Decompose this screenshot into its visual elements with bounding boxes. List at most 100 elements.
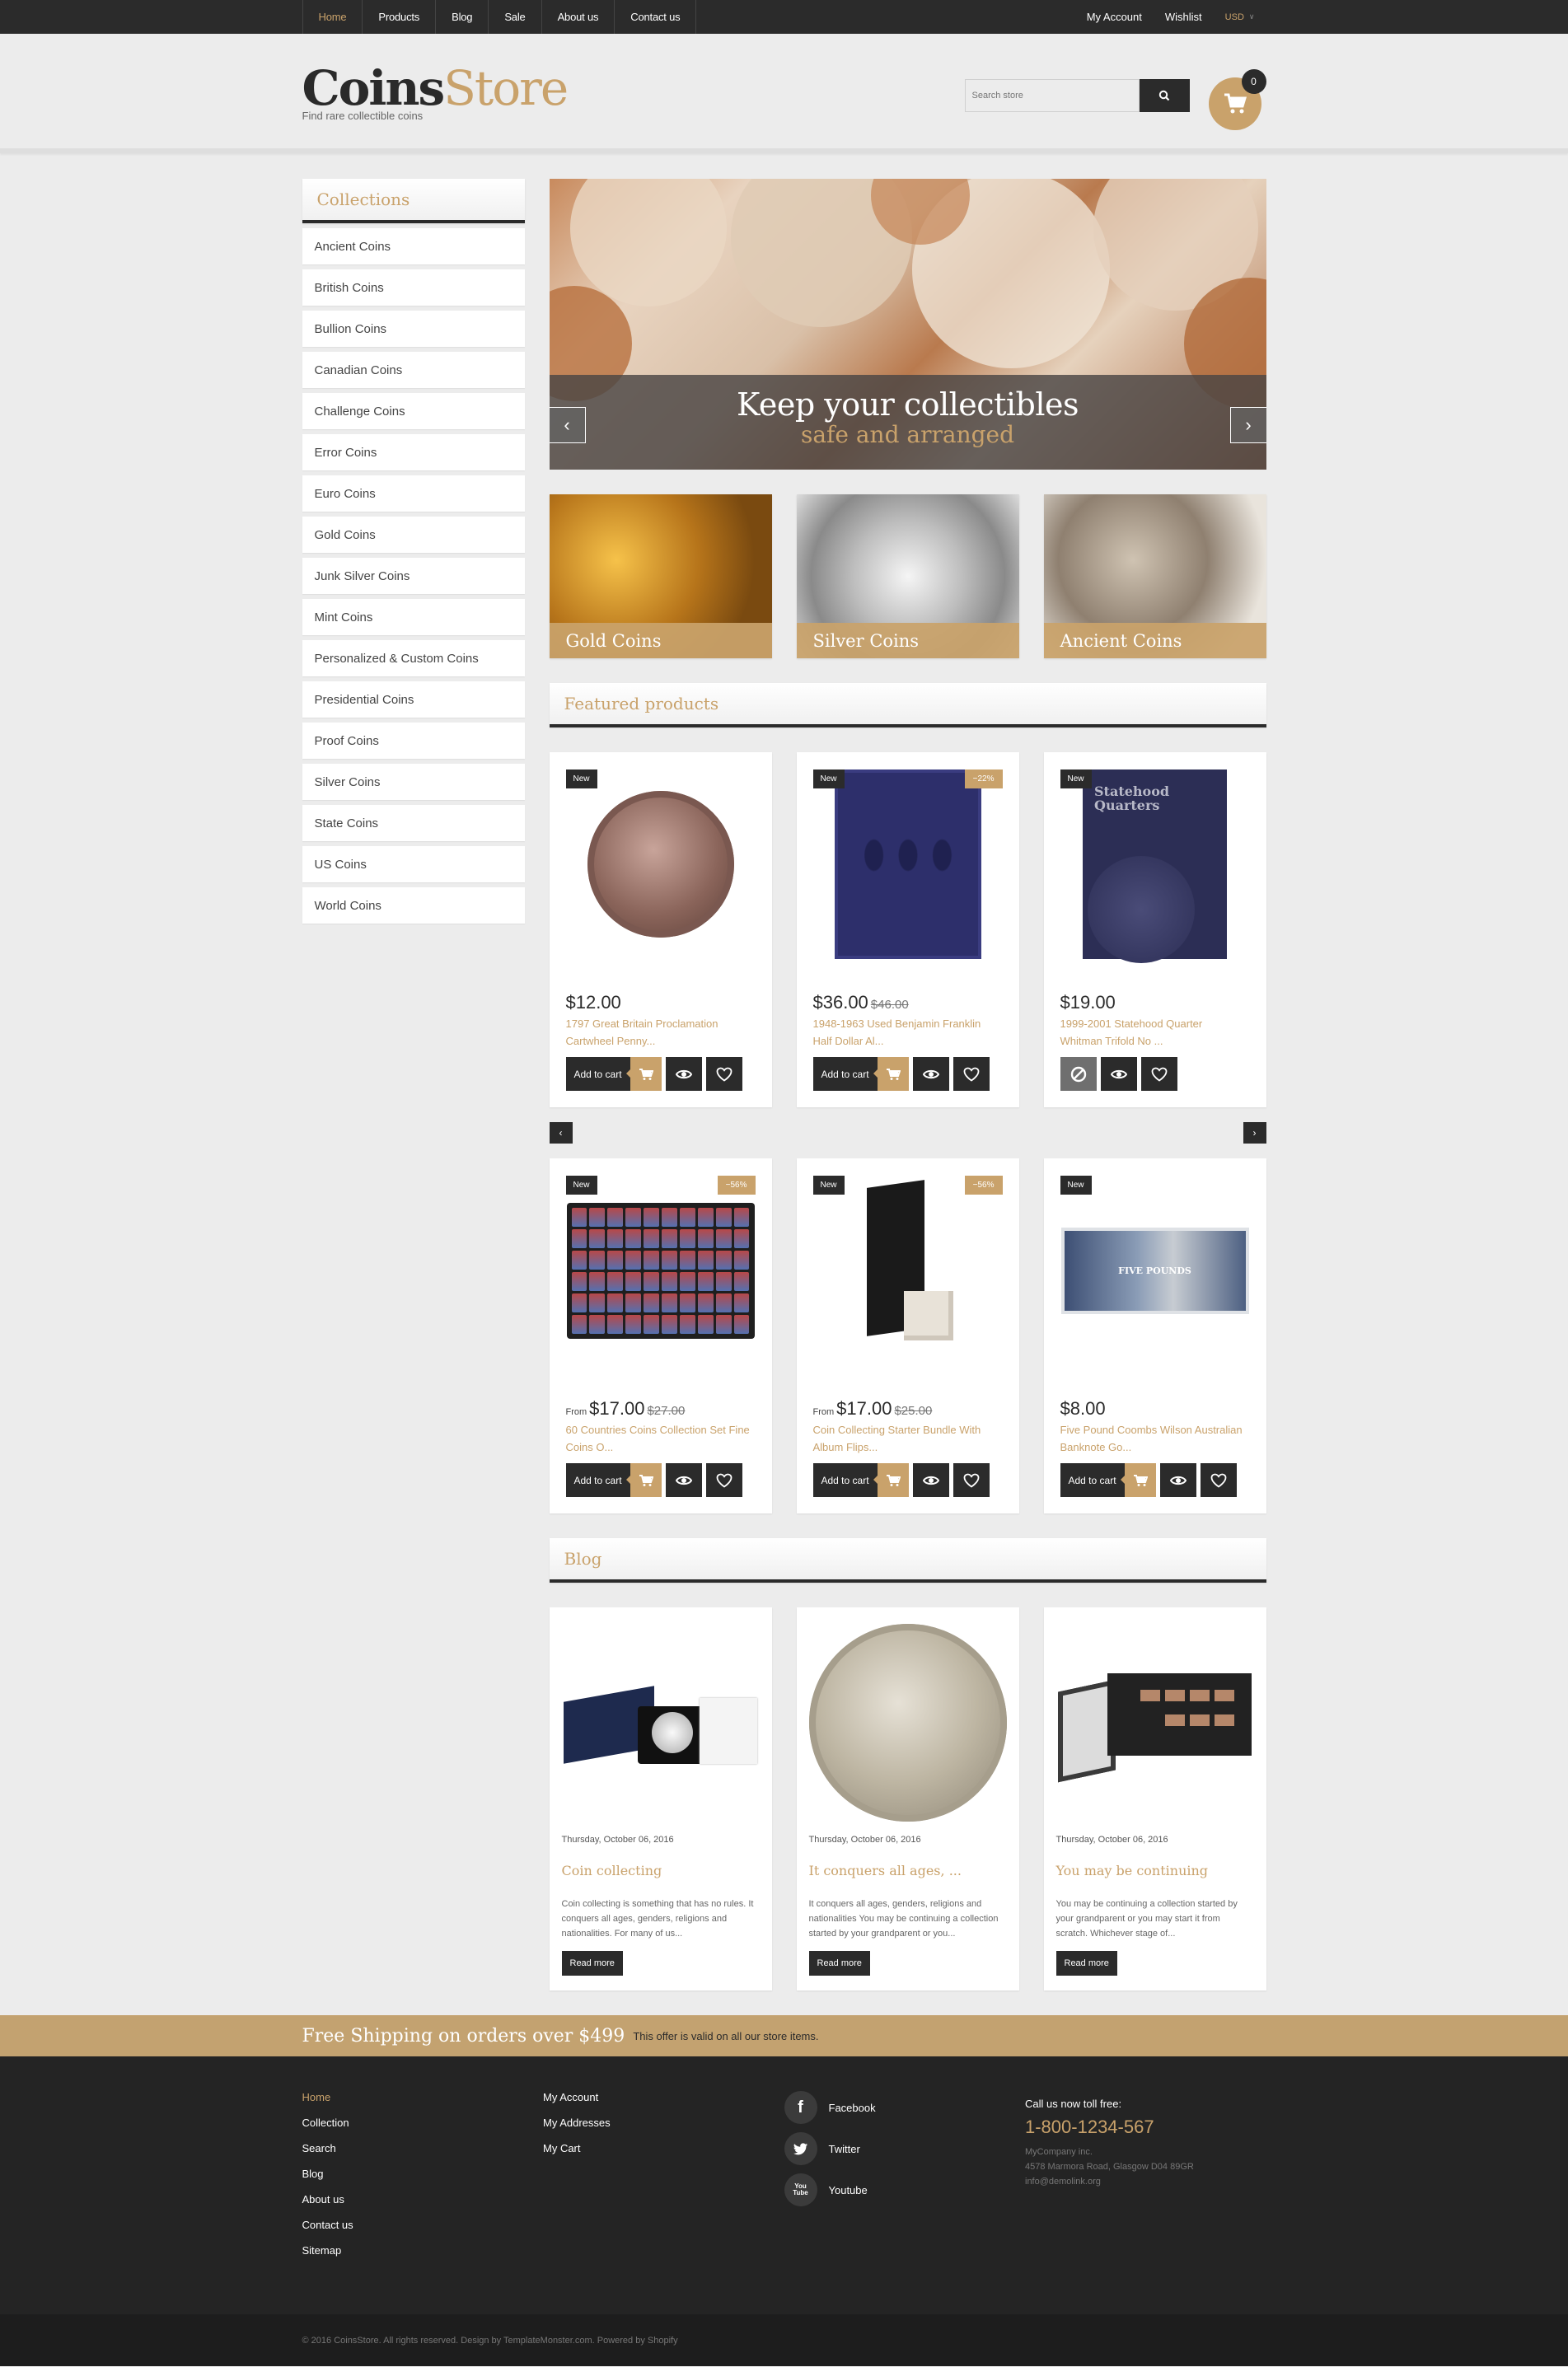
product-image[interactable] (566, 1202, 755, 1339)
collection-item[interactable]: Junk Silver Coins (302, 558, 525, 594)
quick-view-button[interactable] (665, 1463, 702, 1497)
facebook-icon: f (784, 2091, 817, 2124)
collection-item[interactable]: State Coins (302, 805, 525, 841)
social-facebook[interactable]: f Facebook (784, 2091, 1026, 2124)
post-title[interactable]: It conquers all ages, ... (809, 1863, 1007, 1878)
product-card: New −22% $36.00 $46.00 1948-1963 Used Benjam… (796, 752, 1019, 1107)
footer-link[interactable]: Home (302, 2091, 544, 2103)
search-input[interactable] (964, 79, 1140, 112)
blog-image[interactable] (808, 1624, 1007, 1822)
read-more-button[interactable]: Read more (561, 1951, 623, 1976)
quick-view-button[interactable] (912, 1057, 949, 1091)
collection-item[interactable]: Euro Coins (302, 475, 525, 512)
products-next-button[interactable]: › (1243, 1122, 1266, 1144)
nav-home[interactable]: Home (303, 0, 363, 34)
wishlist-button[interactable] (1200, 1463, 1237, 1497)
phone-number[interactable]: 1-800-1234-567 (1025, 2117, 1266, 2138)
chevron-right-icon: › (1245, 414, 1252, 435)
blog-image[interactable] (564, 1677, 757, 1768)
product-name[interactable]: 60 Countries Coins Collection Set Fine Co… (566, 1421, 756, 1456)
eye-icon (1110, 1069, 1127, 1078)
sold-out-button[interactable] (1060, 1057, 1097, 1091)
read-more-button[interactable]: Read more (1055, 1951, 1117, 1976)
footer-link[interactable]: Contact us (302, 2219, 544, 2231)
slider-next-button[interactable]: › (1229, 407, 1266, 443)
category-silver-coins[interactable]: Silver Coins (796, 494, 1019, 658)
nav-products[interactable]: Products (363, 0, 437, 34)
collection-item[interactable]: Challenge Coins (302, 393, 525, 429)
product-name[interactable]: Five Pound Coombs Wilson Australian Bankn… (1060, 1421, 1250, 1456)
read-more-button[interactable]: Read more (808, 1951, 870, 1976)
social-youtube[interactable]: You Tube Youtube (784, 2173, 1026, 2206)
add-to-cart-label: Add to cart (821, 1474, 869, 1486)
product-name[interactable]: 1797 Great Britain Proclamation Cartwheel… (566, 1015, 756, 1050)
slider-prev-button[interactable]: ‹ (549, 407, 586, 443)
wishlist-link[interactable]: Wishlist (1165, 11, 1202, 23)
quick-view-button[interactable] (1100, 1057, 1137, 1091)
add-to-cart-button[interactable]: Add to cart (812, 1057, 909, 1091)
wishlist-button[interactable] (705, 1057, 742, 1091)
nav-contact[interactable]: Contact us (615, 0, 697, 34)
add-to-cart-button[interactable]: Add to cart (1060, 1463, 1156, 1497)
logo-light: Store (443, 60, 569, 116)
wishlist-button[interactable] (953, 1057, 990, 1091)
collection-item[interactable]: Personalized & Custom Coins (302, 640, 525, 676)
cart-icon (886, 1474, 901, 1486)
add-to-cart-button[interactable]: Add to cart (565, 1057, 662, 1091)
logo[interactable]: CoinsStore Find rare collectible coins (302, 60, 569, 122)
logo-bold: Coins (302, 60, 446, 116)
footer-link[interactable]: My Cart (543, 2142, 784, 2154)
collection-item[interactable]: Gold Coins (302, 517, 525, 553)
product-name[interactable]: 1948-1963 Used Benjamin Franklin Half Dol… (813, 1015, 1003, 1050)
collection-item[interactable]: Canadian Coins (302, 352, 525, 388)
quick-view-button[interactable] (665, 1057, 702, 1091)
footer-link[interactable]: Collection (302, 2117, 544, 2129)
footer-link[interactable]: About us (302, 2193, 544, 2206)
post-title[interactable]: Coin collecting (562, 1863, 760, 1878)
quick-view-button[interactable] (912, 1463, 949, 1497)
social-twitter[interactable]: Twitter (784, 2132, 1026, 2165)
footer-link[interactable]: My Account (543, 2091, 784, 2103)
my-account-link[interactable]: My Account (1087, 11, 1142, 23)
footer-link[interactable]: My Addresses (543, 2117, 784, 2129)
wishlist-button[interactable] (705, 1463, 742, 1497)
category-ancient-coins[interactable]: Ancient Coins (1043, 494, 1266, 658)
collection-item[interactable]: World Coins (302, 887, 525, 924)
currency-select[interactable]: USD ∨ (1225, 12, 1255, 22)
nav-sale[interactable]: Sale (489, 0, 542, 34)
collection-item[interactable]: British Coins (302, 269, 525, 306)
product-name[interactable]: Coin Collecting Starter Bundle With Album… (813, 1421, 1003, 1456)
category-gold-coins[interactable]: Gold Coins (549, 494, 772, 658)
collection-item[interactable]: Bullion Coins (302, 311, 525, 347)
cart-button[interactable]: 0 (1208, 69, 1266, 130)
collection-item[interactable]: Mint Coins (302, 599, 525, 635)
product-image[interactable]: FIVE POUNDS (1060, 1227, 1249, 1314)
product-image[interactable] (859, 1180, 957, 1357)
wishlist-button[interactable] (953, 1463, 990, 1497)
collection-item[interactable]: Proof Coins (302, 723, 525, 759)
product-name[interactable]: 1999-2001 Statehood Quarter Whitman Trifo… (1060, 1015, 1250, 1050)
footer-link[interactable]: Search (302, 2142, 544, 2154)
post-title[interactable]: You may be continuing (1056, 1863, 1254, 1878)
collection-item[interactable]: US Coins (302, 846, 525, 882)
collection-item[interactable]: Ancient Coins (302, 228, 525, 264)
collection-item[interactable]: Presidential Coins (302, 681, 525, 718)
sold-out-icon (1070, 1066, 1086, 1082)
footer-link[interactable]: Sitemap (302, 2244, 544, 2257)
product-image[interactable]: Statehood Quarters (1083, 770, 1227, 963)
wishlist-button[interactable] (1140, 1057, 1177, 1091)
nav-blog[interactable]: Blog (436, 0, 489, 34)
product-image[interactable] (834, 770, 981, 959)
add-to-cart-button[interactable]: Add to cart (565, 1463, 662, 1497)
collection-item[interactable]: Error Coins (302, 434, 525, 470)
blog-image[interactable] (1058, 1665, 1252, 1783)
company-email[interactable]: info@demolink.org (1025, 2174, 1266, 2189)
products-prev-button[interactable]: ‹ (549, 1122, 573, 1144)
collection-item[interactable]: Silver Coins (302, 764, 525, 800)
nav-about[interactable]: About us (542, 0, 615, 34)
product-image[interactable] (587, 791, 734, 938)
footer-link[interactable]: Blog (302, 2168, 544, 2180)
add-to-cart-button[interactable]: Add to cart (812, 1463, 909, 1497)
search-button[interactable] (1139, 79, 1190, 112)
quick-view-button[interactable] (1159, 1463, 1196, 1497)
